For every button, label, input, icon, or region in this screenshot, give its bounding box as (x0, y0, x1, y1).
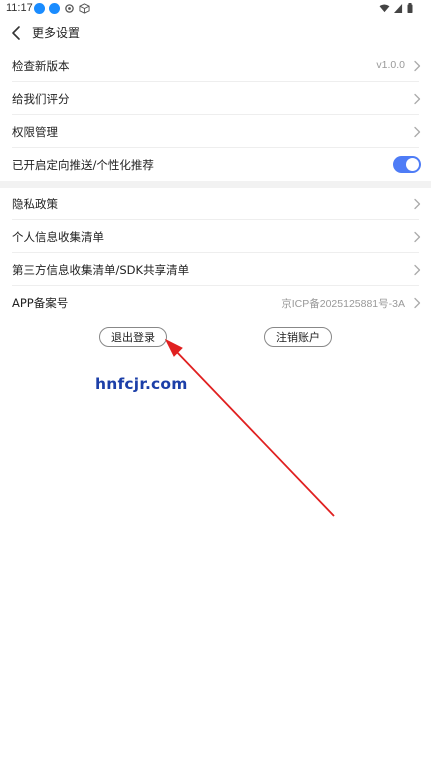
settings-icon (65, 4, 74, 13)
battery-icon (407, 3, 413, 13)
app-record-row[interactable]: APP备案号 京ICP备2025125881号-3A (0, 286, 431, 319)
check-version-row[interactable]: 检查新版本 v1.0.0 (0, 49, 431, 82)
check-version-label: 检查新版本 (12, 59, 70, 73)
third-party-list-label: 第三方信息收集清单/SDK共享清单 (12, 263, 190, 277)
toggle-knob (406, 158, 419, 171)
personalized-push-label: 已开启定向推送/个性化推荐 (12, 158, 154, 172)
arrow-shaft (173, 348, 335, 517)
arrow-head (164, 338, 183, 357)
status-icons-right (379, 3, 413, 13)
nav-header: 更多设置 (0, 18, 431, 48)
page-title: 更多设置 (32, 26, 81, 40)
permissions-row[interactable]: 权限管理 (0, 115, 431, 148)
app-record-value: 京ICP备2025125881号-3A (281, 298, 405, 310)
personalized-push-toggle[interactable] (393, 156, 421, 173)
rate-us-label: 给我们评分 (12, 92, 70, 106)
privacy-policy-label: 隐私政策 (12, 197, 58, 211)
version-value: v1.0.0 (376, 59, 405, 71)
chevron-left-icon[interactable] (10, 25, 24, 41)
logout-button[interactable]: 退出登录 (99, 327, 167, 347)
chevron-right-icon (414, 126, 421, 138)
signal-icon (394, 3, 403, 13)
delete-account-button[interactable]: 注销账户 (264, 327, 332, 347)
permissions-label: 权限管理 (12, 125, 58, 139)
chevron-right-icon (414, 60, 421, 72)
watermark-text: hnfcjr.com (95, 375, 188, 393)
third-party-list-row[interactable]: 第三方信息收集清单/SDK共享清单 (0, 253, 431, 286)
personal-info-list-row[interactable]: 个人信息收集清单 (0, 220, 431, 253)
notification-icon (49, 3, 60, 14)
rate-us-row[interactable]: 给我们评分 (0, 82, 431, 115)
notification-icon (34, 3, 45, 14)
chevron-right-icon (414, 198, 421, 210)
status-icons-left (34, 3, 90, 14)
status-bar: 11:17 (0, 0, 431, 18)
chevron-right-icon (414, 264, 421, 276)
chevron-right-icon (414, 231, 421, 243)
status-time: 11:17 (6, 2, 33, 14)
wifi-icon (379, 3, 390, 12)
chevron-right-icon (414, 93, 421, 105)
chevron-right-icon (414, 297, 421, 309)
privacy-policy-row[interactable]: 隐私政策 (0, 187, 431, 220)
app-record-label: APP备案号 (12, 296, 69, 310)
box-icon (79, 3, 90, 14)
personalized-push-row: 已开启定向推送/个性化推荐 (0, 148, 431, 181)
personal-info-list-label: 个人信息收集清单 (12, 230, 104, 244)
